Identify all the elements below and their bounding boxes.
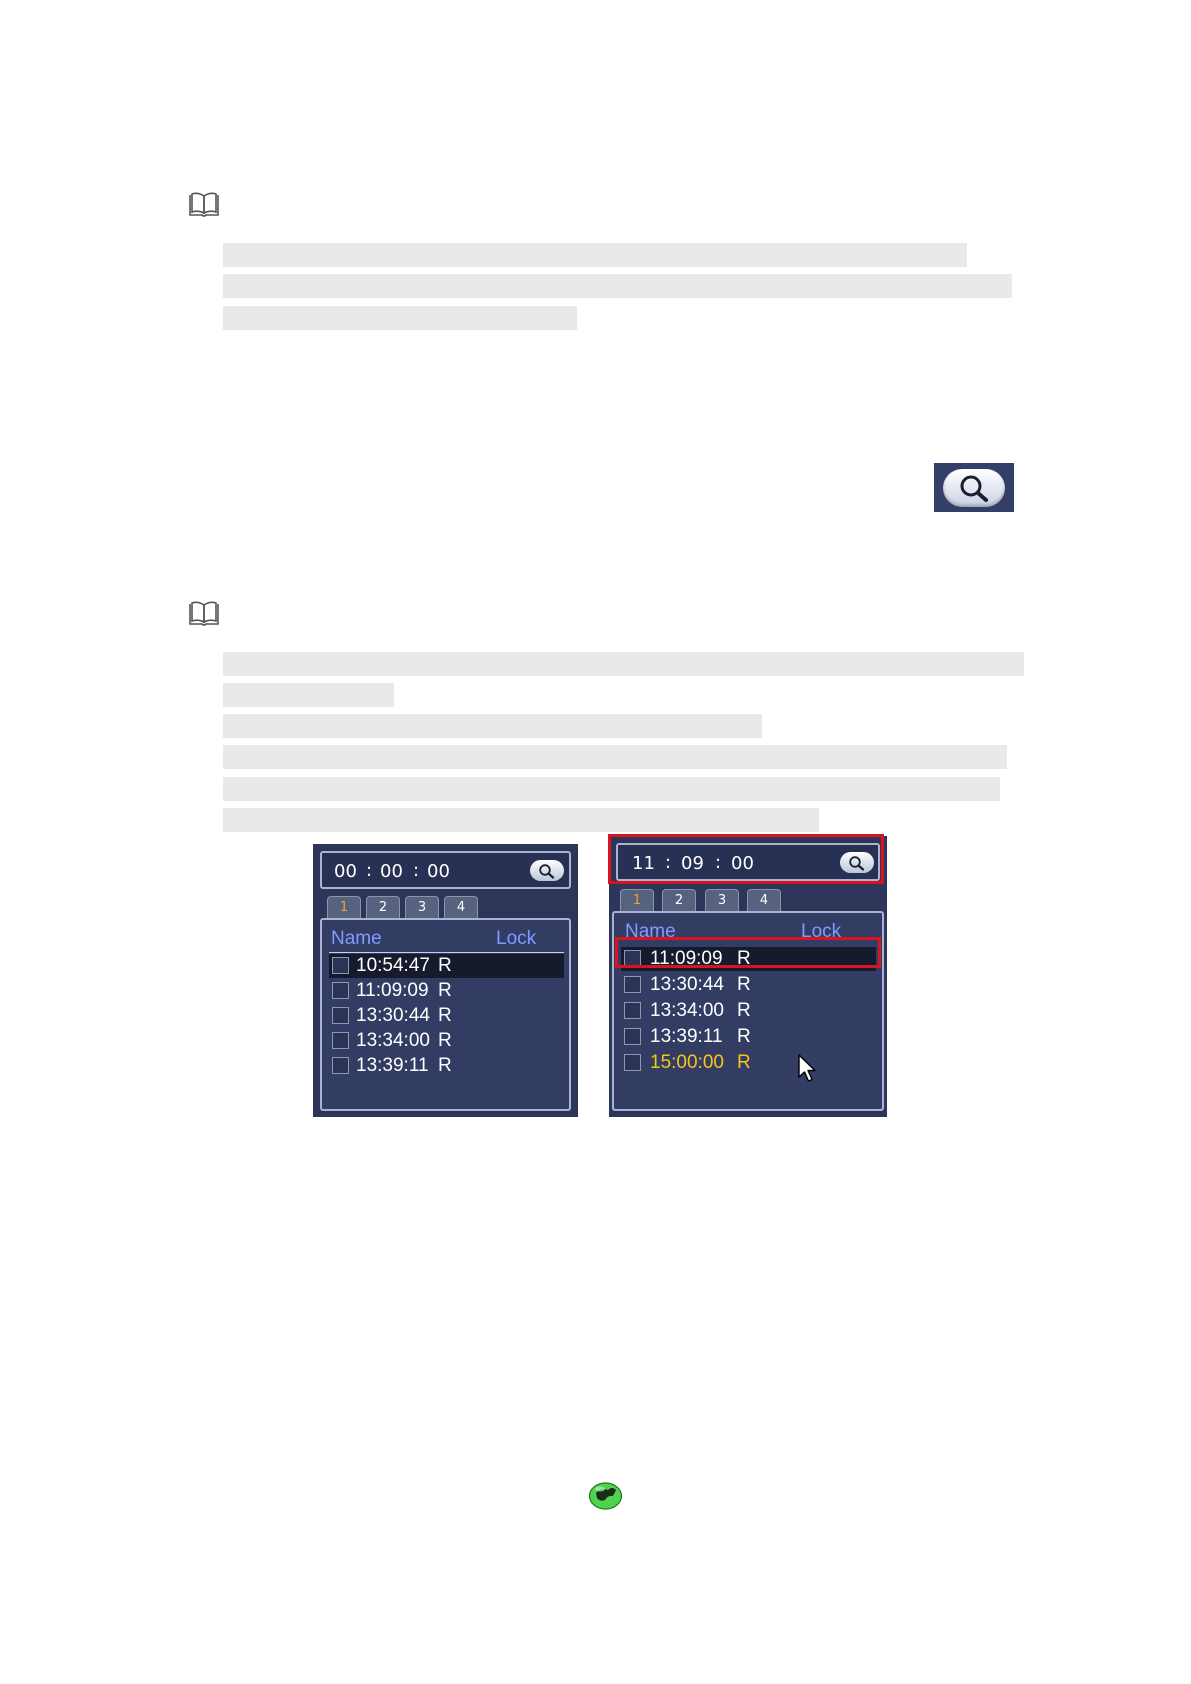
record-type: R: [737, 1000, 751, 1021]
time-seconds[interactable]: 00: [427, 861, 450, 882]
record-time: 13:30:44: [356, 1005, 430, 1026]
tab-channel-2[interactable]: 2: [366, 896, 400, 918]
annotation-box-row: [615, 937, 881, 968]
book-icon: [189, 601, 219, 626]
record-checkbox[interactable]: [624, 1054, 641, 1071]
header-divider: [329, 952, 564, 953]
redacted-text-line: [223, 306, 577, 330]
magnifier-icon: [539, 863, 555, 879]
record-type: R: [737, 1026, 751, 1047]
record-row[interactable]: 13:34:00 R: [621, 999, 876, 1023]
record-row[interactable]: 13:39:11 R: [621, 1025, 876, 1049]
mouse-pointer-icon: [798, 1054, 816, 1082]
record-row[interactable]: 13:30:44 R: [329, 1004, 564, 1028]
record-time: 13:39:11: [356, 1055, 429, 1076]
record-type: R: [737, 974, 751, 995]
record-checkbox[interactable]: [624, 976, 641, 993]
time-hours[interactable]: 00: [334, 861, 357, 882]
record-time: 13:30:44: [650, 974, 724, 995]
time-separator: :: [366, 860, 373, 881]
record-type: R: [438, 1055, 452, 1076]
redacted-text-line: [223, 777, 1000, 801]
time-separator: :: [413, 860, 420, 881]
record-checkbox[interactable]: [624, 1002, 641, 1019]
redacted-text-line: [223, 274, 1012, 298]
column-header-name: Name: [331, 928, 382, 949]
record-time: 11:09:09: [356, 980, 429, 1001]
time-input[interactable]: 00 : 00 : 00: [320, 851, 571, 889]
record-checkbox[interactable]: [332, 982, 349, 999]
record-row[interactable]: 15:00:00 R: [621, 1051, 876, 1075]
time-minutes[interactable]: 00: [380, 861, 403, 882]
redacted-text-line: [223, 243, 967, 267]
green-globe-icon: [588, 1482, 623, 1510]
tab-channel-4[interactable]: 4: [444, 896, 478, 918]
record-checkbox[interactable]: [332, 957, 349, 974]
tab-channel-1[interactable]: 1: [327, 896, 361, 918]
record-row[interactable]: 11:09:09 R: [329, 979, 564, 1003]
record-search-panel-left: 00 : 00 : 00 1 2 3 4 Name Lock 10:54:47 …: [313, 844, 578, 1117]
tab-channel-4[interactable]: 4: [747, 889, 781, 911]
record-time: 13:39:11: [650, 1026, 723, 1047]
magnifier-icon: [960, 475, 988, 502]
redacted-text-line: [223, 714, 762, 738]
record-row[interactable]: 13:30:44 R: [621, 973, 876, 997]
record-row[interactable]: 10:54:47 R: [329, 954, 564, 978]
record-type: R: [438, 955, 452, 976]
record-time: 10:54:47: [356, 955, 430, 976]
tab-channel-1[interactable]: 1: [620, 889, 654, 911]
record-type: R: [438, 1030, 452, 1051]
book-icon: [189, 192, 219, 217]
record-time: 13:34:00: [650, 1000, 724, 1021]
search-button[interactable]: [530, 860, 564, 881]
record-row[interactable]: 13:39:11 R: [329, 1054, 564, 1078]
record-type: R: [438, 980, 452, 1001]
record-time: 13:34:00: [356, 1030, 430, 1051]
annotation-box-time: [608, 834, 884, 884]
column-header-lock: Lock: [496, 928, 537, 949]
record-type: R: [438, 1005, 452, 1026]
search-button-image: [934, 463, 1014, 512]
redacted-text-line: [223, 652, 1024, 676]
redacted-text-line: [223, 808, 819, 832]
record-checkbox[interactable]: [332, 1007, 349, 1024]
record-type: R: [737, 1052, 751, 1073]
tab-channel-2[interactable]: 2: [662, 889, 696, 911]
record-checkbox[interactable]: [332, 1032, 349, 1049]
tab-channel-3[interactable]: 3: [405, 896, 439, 918]
record-row[interactable]: 13:34:00 R: [329, 1029, 564, 1053]
record-time: 15:00:00: [650, 1052, 724, 1073]
record-checkbox[interactable]: [624, 1028, 641, 1045]
tab-channel-3[interactable]: 3: [705, 889, 739, 911]
record-checkbox[interactable]: [332, 1057, 349, 1074]
redacted-text-line: [223, 745, 1007, 769]
redacted-text-line: [223, 683, 394, 707]
record-list: Name Lock 10:54:47 R 11:09:09 R 13:30:44…: [320, 918, 571, 1111]
